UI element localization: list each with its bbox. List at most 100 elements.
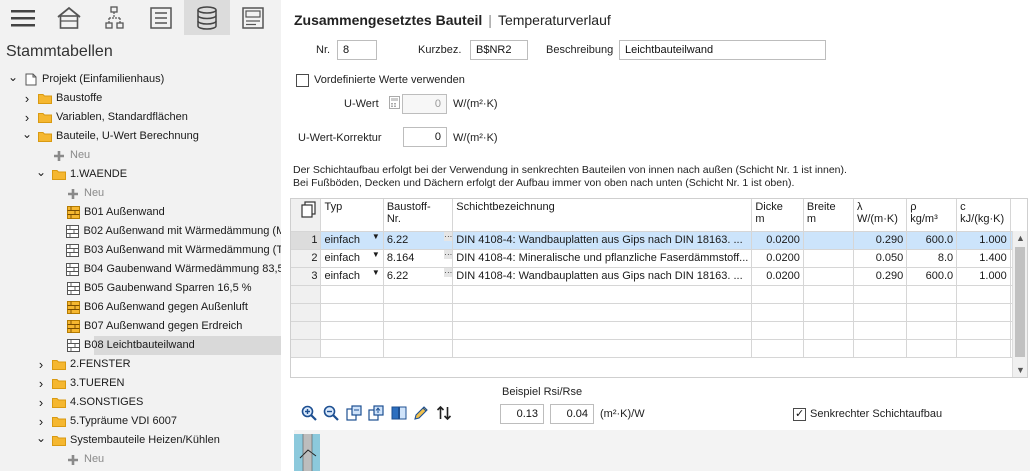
zoom-out-icon[interactable]	[322, 404, 340, 422]
copy-icon[interactable]	[301, 201, 317, 222]
database-icon[interactable]	[184, 0, 230, 35]
cell-breite[interactable]	[803, 231, 854, 250]
row-number[interactable]	[291, 285, 322, 304]
cell-schicht[interactable]	[452, 321, 753, 340]
tree-item-new[interactable]: Neu	[0, 450, 281, 469]
chevron-down-icon[interactable]: ⌄	[8, 68, 18, 87]
nr-field[interactable]: 8	[337, 40, 377, 60]
col-lambda[interactable]: λ W/(m·K)	[853, 199, 908, 232]
cell-rho[interactable]	[906, 285, 958, 304]
beschreibung-field[interactable]: Leichtbauteilwand	[619, 40, 826, 60]
cell-lambda[interactable]: 0.290	[853, 267, 908, 286]
chevron-right-icon[interactable]: ›	[22, 89, 32, 108]
dropdown-arrow-icon[interactable]: ▼	[372, 232, 380, 241]
tree-item[interactable]: › Baustoffe	[0, 89, 281, 108]
grid-scrollbar[interactable]: ▲ ▼	[1012, 231, 1027, 377]
cell-c[interactable]: 1.400	[956, 249, 1011, 268]
row-number[interactable]	[291, 339, 322, 358]
tree-item[interactable]: ⌄ 1.WAENDE	[0, 165, 281, 184]
tree-item[interactable]: B05 Gaubenwand Sparren 16,5 %	[0, 279, 281, 298]
copy-layer-icon[interactable]	[345, 404, 363, 422]
col-schicht[interactable]: Schichtbezeichnung	[452, 199, 753, 232]
zoom-in-icon[interactable]	[300, 404, 318, 422]
ellipsis-icon[interactable]: ···	[444, 231, 452, 241]
col-dicke[interactable]: Dicke m	[751, 199, 804, 232]
tree-item[interactable]: B04 Gaubenwand Wärmedämmung 83,5	[0, 260, 281, 279]
tree-item-new[interactable]: Neu	[0, 184, 281, 203]
col-rho[interactable]: ρ kg/m³	[906, 199, 958, 232]
cell-rho[interactable]	[906, 303, 958, 322]
cell-schicht[interactable]	[452, 339, 753, 358]
tree-item[interactable]: › 4.SONSTIGES	[0, 393, 281, 412]
sort-icon[interactable]	[435, 404, 453, 422]
cell-baustoff[interactable]: 8.164 ···	[383, 249, 454, 268]
cell-breite[interactable]	[803, 321, 854, 340]
row-number[interactable]: 1	[291, 231, 322, 250]
row-number[interactable]: 3	[291, 267, 322, 286]
korrektur-field[interactable]: 0	[403, 127, 447, 147]
cell-rho[interactable]: 8.0	[906, 249, 958, 268]
cell-schicht[interactable]: DIN 4108-4: Mineralische und pflanzliche…	[452, 249, 753, 268]
tree-item[interactable]: › 2.FENSTER	[0, 355, 281, 374]
list-icon[interactable]	[138, 0, 184, 35]
cell-breite[interactable]	[803, 339, 854, 358]
table-row[interactable]: 2 einfach ▼ 8.164 ··· DIN 4108-4: Mineralisch…	[291, 249, 1027, 268]
cell-typ[interactable]: einfach ▼	[320, 267, 384, 286]
scrollbar-thumb[interactable]	[1015, 247, 1025, 357]
table-row[interactable]	[291, 321, 1027, 340]
chevron-down-icon[interactable]: ⌄	[36, 163, 46, 182]
cell-rho[interactable]: 600.0	[906, 267, 958, 286]
col-baustoff[interactable]: Baustoff- Nr.	[383, 199, 454, 232]
cell-schicht[interactable]	[452, 303, 753, 322]
tree-item[interactable]: B06 Außenwand gegen Außenluft	[0, 298, 281, 317]
form-icon[interactable]	[230, 0, 276, 35]
rse-field[interactable]: 0.04	[550, 404, 594, 424]
cell-dicke[interactable]: 0.0200	[751, 249, 804, 268]
table-row[interactable]	[291, 303, 1027, 322]
cell-dicke[interactable]: 0.0200	[751, 231, 804, 250]
tree-item[interactable]: › 3.TUEREN	[0, 374, 281, 393]
table-row[interactable]: 1 einfach ▼ 6.22 ··· DIN 4108-4: Wandbauplatt…	[291, 231, 1027, 250]
cell-baustoff[interactable]	[383, 339, 454, 358]
cell-c[interactable]	[956, 285, 1011, 304]
tree-item[interactable]: B03 Außenwand mit Wärmedämmung (T	[0, 241, 281, 260]
cell-lambda[interactable]: 0.290	[853, 231, 908, 250]
cell-breite[interactable]	[803, 303, 854, 322]
scroll-down-icon[interactable]: ▼	[1013, 365, 1027, 375]
network-icon[interactable]	[92, 0, 138, 35]
cell-lambda[interactable]	[853, 303, 908, 322]
cell-breite[interactable]	[803, 285, 854, 304]
table-row[interactable]: 3 einfach ▼ 6.22 ··· DIN 4108-4: Wandbauplatt…	[291, 267, 1027, 286]
row-number[interactable]	[291, 321, 322, 340]
cell-c[interactable]	[956, 303, 1011, 322]
cell-baustoff[interactable]: 6.22 ···	[383, 267, 454, 286]
cell-c[interactable]	[956, 321, 1011, 340]
menu-icon[interactable]	[0, 0, 46, 35]
row-number[interactable]	[291, 303, 322, 322]
cell-typ[interactable]: einfach ▼	[320, 231, 384, 250]
chevron-right-icon[interactable]: ›	[36, 355, 46, 374]
cell-rho[interactable]	[906, 339, 958, 358]
table-row[interactable]	[291, 339, 1027, 358]
cell-rho[interactable]	[906, 321, 958, 340]
chevron-down-icon[interactable]: ⌄	[22, 125, 32, 144]
rsi-field[interactable]: 0.13	[500, 404, 544, 424]
chevron-right-icon[interactable]: ›	[36, 374, 46, 393]
senkrecht-checkbox[interactable]	[793, 407, 806, 421]
copy-rows-header[interactable]	[291, 199, 322, 232]
cell-baustoff[interactable]	[383, 285, 454, 304]
cell-schicht[interactable]: DIN 4108-4: Wandbauplatten aus Gips nach…	[452, 231, 753, 250]
cell-dicke[interactable]: 0.0200	[751, 267, 804, 286]
book-icon[interactable]	[390, 404, 408, 422]
dropdown-arrow-icon[interactable]: ▼	[372, 250, 380, 259]
tree-item[interactable]: B02 Außenwand mit Wärmedämmung (M	[0, 222, 281, 241]
tree-view[interactable]: ⌄ Projekt (Einfamilienhaus) › Baustoffe › Var…	[0, 70, 281, 469]
col-typ[interactable]: Typ	[320, 199, 384, 232]
cell-breite[interactable]	[803, 267, 854, 286]
cell-dicke[interactable]	[751, 285, 804, 304]
dropdown-arrow-icon[interactable]: ▼	[372, 268, 380, 277]
chevron-right-icon[interactable]: ›	[36, 393, 46, 412]
building-icon[interactable]	[46, 0, 92, 35]
kurzbez-field[interactable]: B$NR2	[470, 40, 528, 60]
chevron-down-icon[interactable]: ⌄	[36, 429, 46, 448]
